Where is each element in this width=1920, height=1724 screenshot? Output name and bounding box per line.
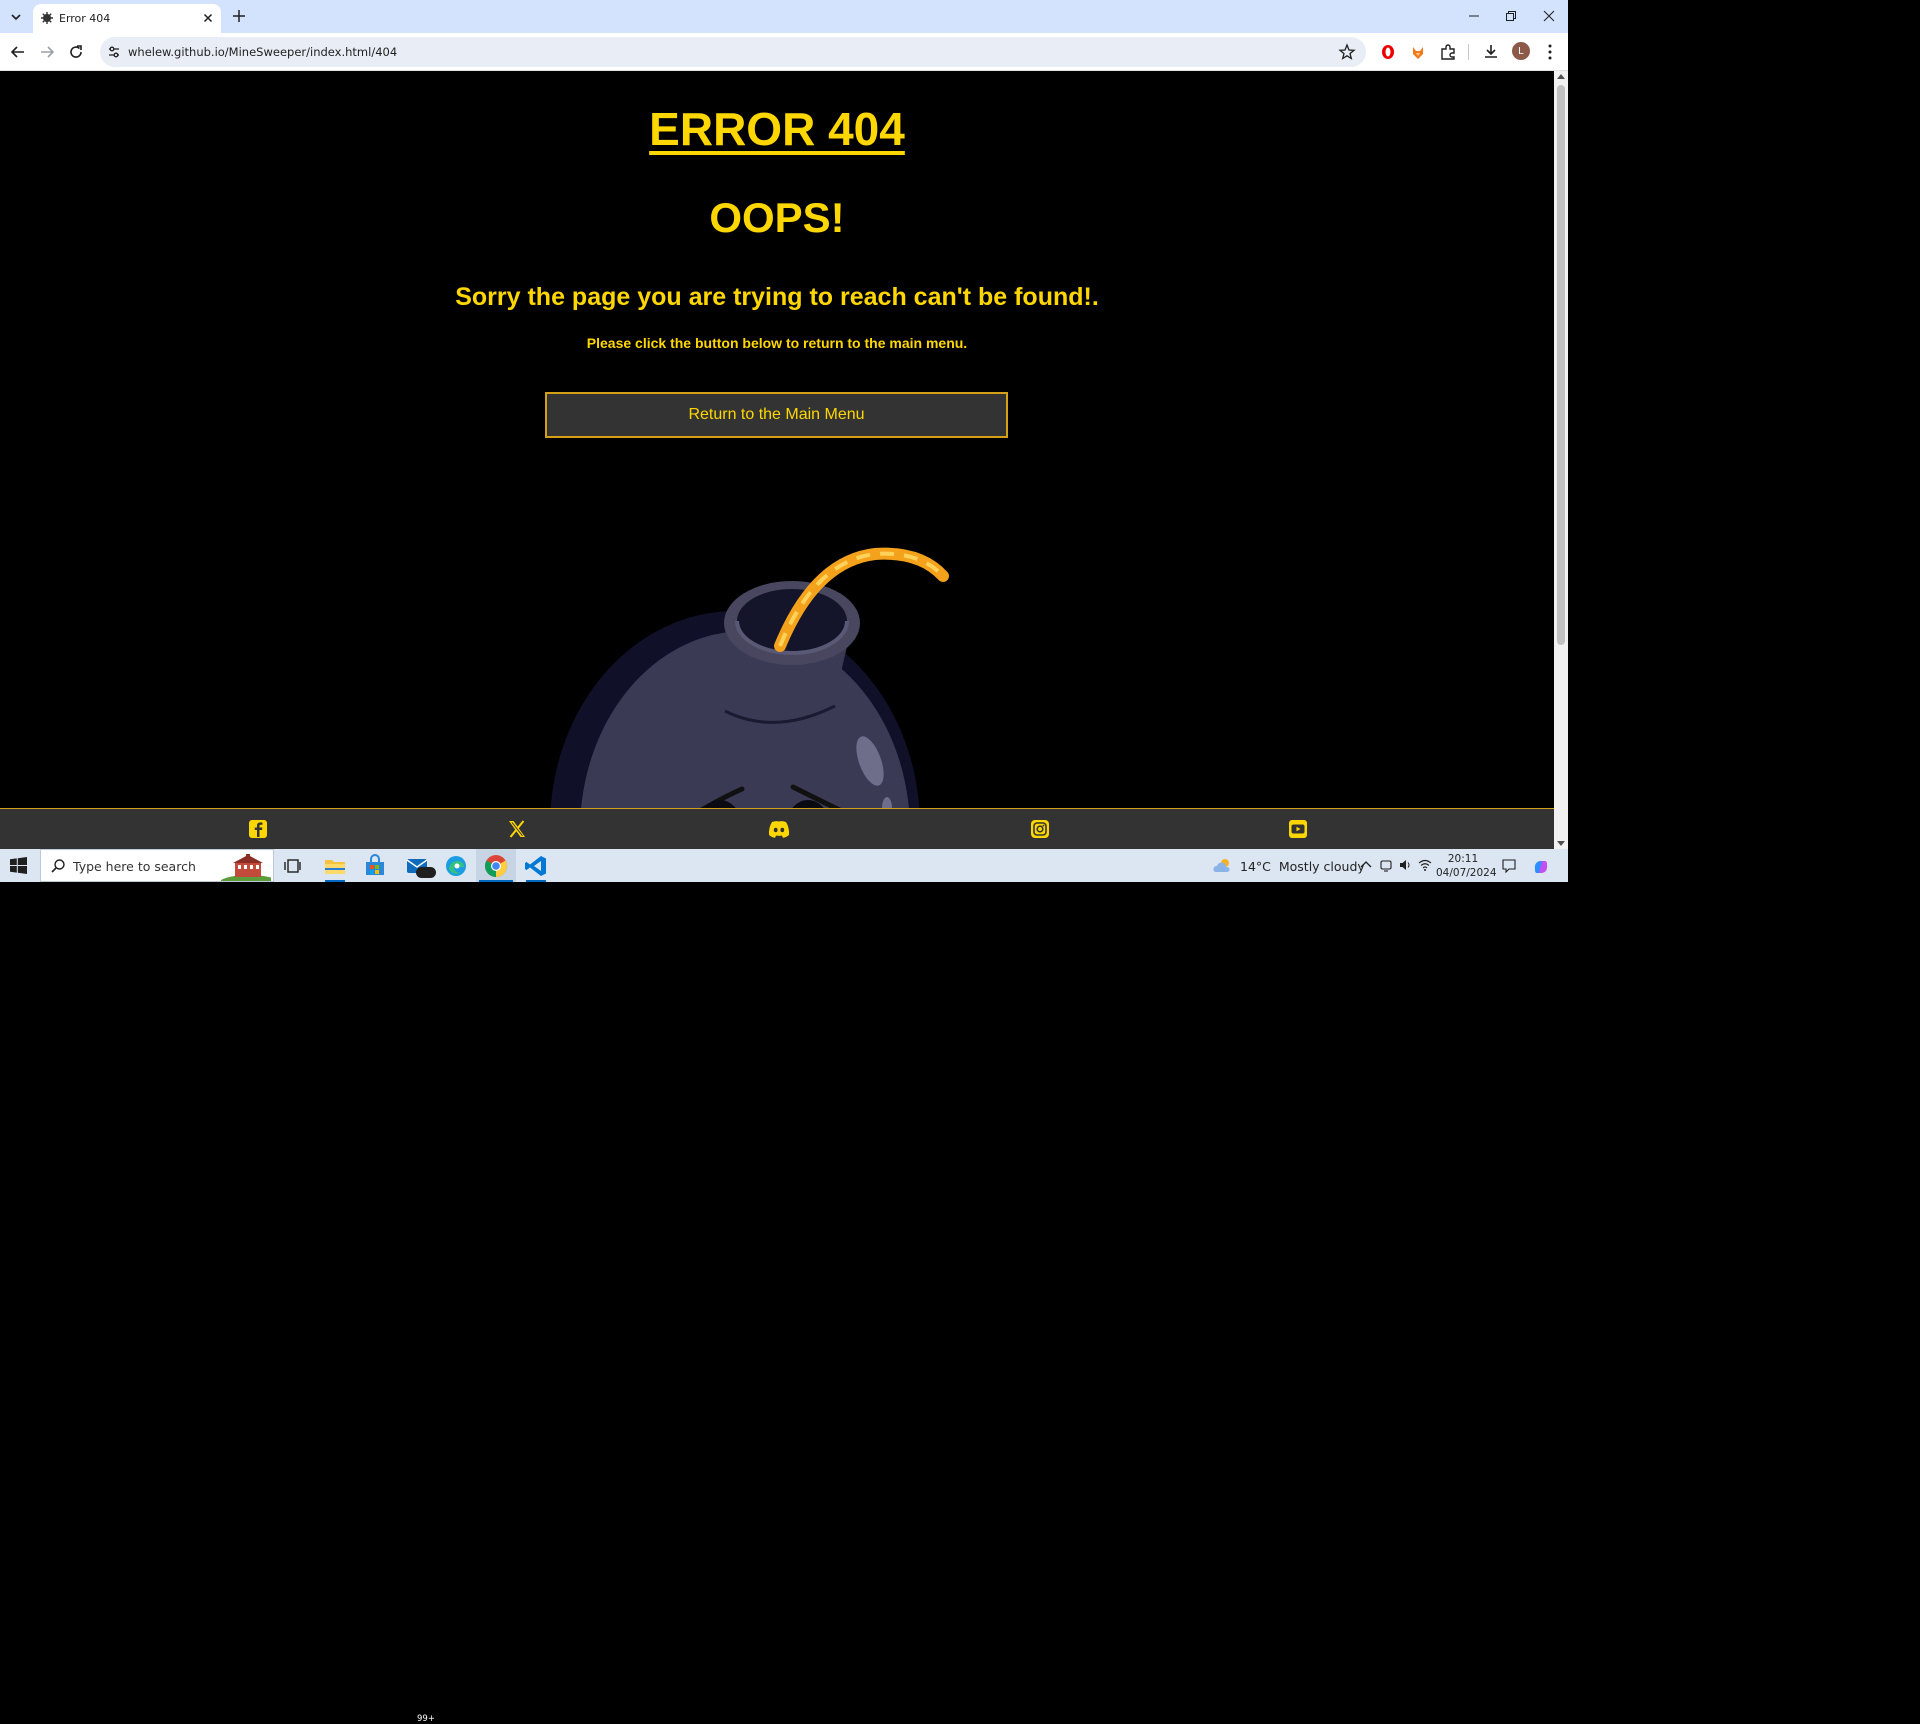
show-hidden-icons-chevron-up-icon[interactable] bbox=[1359, 858, 1373, 872]
browser-menu-icon[interactable] bbox=[1540, 42, 1560, 62]
bookmark-star-icon[interactable] bbox=[1338, 43, 1356, 61]
url-text[interactable]: whelew.github.io/MineSweeper/index.html/… bbox=[128, 45, 397, 59]
scroll-down-arrow-icon[interactable] bbox=[1557, 841, 1565, 846]
minimize-icon[interactable] bbox=[1466, 8, 1482, 24]
microsoft-store-icon[interactable] bbox=[362, 853, 388, 879]
file-explorer-icon[interactable] bbox=[322, 853, 348, 879]
chrome-icon[interactable] bbox=[483, 853, 509, 879]
page-scrollbar[interactable] bbox=[1554, 71, 1568, 849]
error-heading: ERROR 404 bbox=[649, 103, 905, 155]
youtube-icon[interactable] bbox=[1288, 819, 1308, 839]
page-viewport: ERROR 404 OOPS! Sorry the page you are t… bbox=[0, 71, 1554, 849]
instruction-text: Please click the button below to return … bbox=[586, 335, 968, 351]
discord-icon[interactable] bbox=[767, 819, 791, 839]
new-tab-icon[interactable] bbox=[230, 7, 248, 25]
windows-start-icon[interactable] bbox=[10, 857, 27, 874]
back-icon[interactable] bbox=[9, 43, 27, 61]
address-bar[interactable]: whelew.github.io/MineSweeper/index.html/… bbox=[100, 37, 1366, 67]
explorer-open-indicator bbox=[325, 880, 345, 882]
taskbar-search-box[interactable]: Type here to search bbox=[40, 849, 274, 882]
instagram-icon[interactable] bbox=[1030, 819, 1050, 839]
restore-icon[interactable] bbox=[1503, 8, 1519, 24]
social-footer bbox=[0, 808, 1554, 849]
x-twitter-icon[interactable] bbox=[507, 819, 527, 839]
facebook-icon[interactable] bbox=[248, 819, 268, 839]
browser-toolbar: whelew.github.io/MineSweeper/index.html/… bbox=[0, 33, 1568, 71]
edge-icon[interactable] bbox=[443, 853, 469, 879]
bomb-favicon-icon bbox=[41, 12, 53, 24]
tab-search-button[interactable] bbox=[5, 6, 27, 28]
vscode-open-indicator bbox=[526, 880, 546, 882]
task-view-icon[interactable] bbox=[281, 853, 307, 879]
clock-date: 04/07/2024 bbox=[1436, 867, 1497, 879]
copilot-icon[interactable] bbox=[1532, 858, 1550, 876]
fox-extension-icon[interactable] bbox=[1408, 42, 1428, 62]
browser-tab[interactable]: Error 404 bbox=[33, 4, 221, 33]
extensions-puzzle-icon[interactable] bbox=[1438, 42, 1458, 62]
toolbar-divider bbox=[1468, 44, 1469, 60]
mail-badge: 99+ bbox=[417, 1714, 435, 1724]
tab-title: Error 404 bbox=[59, 12, 111, 25]
forward-icon[interactable] bbox=[38, 43, 56, 61]
reload-icon[interactable] bbox=[67, 43, 85, 61]
weather-description: Mostly cloudy bbox=[1278, 859, 1365, 874]
vscode-icon[interactable] bbox=[523, 853, 549, 879]
weather-temperature[interactable]: 14°C Mostly cloudy bbox=[1240, 859, 1365, 874]
notifications-icon[interactable] bbox=[1501, 858, 1517, 874]
weather-temp-value: 14°C bbox=[1240, 859, 1271, 874]
chevron-down-icon bbox=[11, 14, 21, 21]
search-highlight-image-icon bbox=[221, 854, 271, 881]
tab-strip: Error 404 bbox=[0, 0, 1568, 33]
clock-time: 20:11 bbox=[1447, 853, 1479, 865]
wifi-icon[interactable] bbox=[1418, 858, 1432, 872]
taskbar-clock[interactable]: 20:11 04/07/2024 bbox=[1436, 852, 1497, 880]
weather-cloudy-icon[interactable] bbox=[1212, 856, 1234, 874]
scroll-up-arrow-icon[interactable] bbox=[1557, 74, 1565, 79]
chrome-open-indicator bbox=[479, 880, 513, 882]
opera-extension-icon[interactable] bbox=[1378, 42, 1398, 62]
volume-icon[interactable] bbox=[1398, 858, 1412, 872]
search-placeholder: Type here to search bbox=[73, 859, 196, 874]
search-icon bbox=[51, 859, 65, 873]
profile-avatar[interactable]: L bbox=[1512, 42, 1530, 60]
device-icon[interactable] bbox=[1379, 858, 1393, 872]
oops-heading: OOPS! bbox=[709, 194, 845, 241]
downloads-icon[interactable] bbox=[1481, 42, 1501, 62]
site-info-icon[interactable] bbox=[106, 44, 122, 60]
close-window-icon[interactable] bbox=[1541, 8, 1557, 24]
mail-icon[interactable] bbox=[404, 853, 436, 879]
close-tab-icon[interactable] bbox=[201, 11, 215, 25]
scrollbar-thumb[interactable] bbox=[1557, 85, 1565, 645]
not-found-message: Sorry the page you are trying to reach c… bbox=[455, 283, 1099, 311]
sad-bomb-illustration bbox=[550, 547, 949, 849]
return-main-menu-button[interactable]: Return to the Main Menu bbox=[545, 392, 1008, 438]
